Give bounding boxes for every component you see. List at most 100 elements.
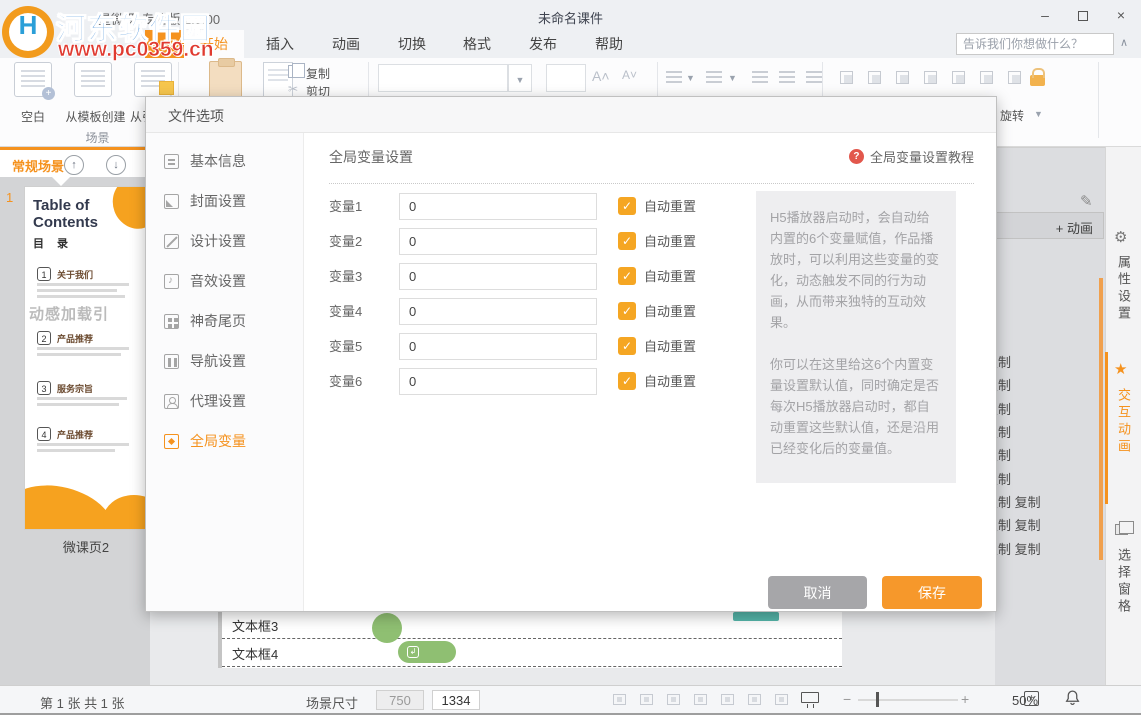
align-object-top-icon[interactable] xyxy=(922,69,939,86)
template-scene-icon[interactable] xyxy=(74,62,112,97)
tab-help[interactable]: 帮助 xyxy=(579,30,639,58)
align-center-icon[interactable] xyxy=(779,71,795,83)
sidebar-item-magic-endpage[interactable]: 神奇尾页 xyxy=(146,301,303,341)
scene-height-input[interactable] xyxy=(432,690,480,710)
preview-icon[interactable] xyxy=(801,692,819,703)
align-bottom-status-icon[interactable] xyxy=(747,693,762,706)
tab-home[interactable]: 开始 xyxy=(184,30,244,58)
font-family-select[interactable] xyxy=(378,64,508,92)
copy-label[interactable]: 复制 xyxy=(306,65,330,82)
align-right-icon[interactable] xyxy=(806,71,822,83)
sidebar-item-navigation[interactable]: 导航设置 xyxy=(146,341,303,381)
zoom-slider-thumb[interactable] xyxy=(876,692,879,707)
variable-input[interactable] xyxy=(399,333,597,360)
animation-bar-teal[interactable] xyxy=(733,612,779,621)
tab-interactive-animation[interactable]: 交互动画 xyxy=(1114,388,1133,456)
variable-input[interactable] xyxy=(399,263,597,290)
blank-scene-label[interactable]: 空白 xyxy=(13,108,53,125)
variable-input[interactable] xyxy=(399,368,597,395)
sidebar-item-design[interactable]: 设计设置 xyxy=(146,221,303,261)
auto-reset-checkbox[interactable] xyxy=(618,267,636,285)
animation-marker-circle[interactable] xyxy=(372,613,402,643)
align-object-middle-icon[interactable] xyxy=(950,69,967,86)
font-size-select[interactable] xyxy=(546,64,586,92)
sidebar-item-agent[interactable]: 代理设置 xyxy=(146,381,303,421)
bullet-list-icon[interactable] xyxy=(666,71,682,83)
variable-input[interactable] xyxy=(399,298,597,325)
search-input[interactable] xyxy=(956,33,1114,55)
auto-reset-checkbox[interactable] xyxy=(618,372,636,390)
timeline-row-label[interactable]: 文本框3 xyxy=(232,616,278,635)
auto-reset-checkbox[interactable] xyxy=(618,302,636,320)
variable-input[interactable] xyxy=(399,228,597,255)
slide-number: 1 xyxy=(6,190,13,205)
auto-reset-label: 自动重置 xyxy=(644,263,696,290)
tab-animation[interactable]: 动画 xyxy=(316,30,376,58)
align-center-status-icon[interactable] xyxy=(639,693,654,706)
tab-properties[interactable]: 属性设置 xyxy=(1114,255,1133,323)
sidebar-item-cover[interactable]: 封面设置 xyxy=(146,181,303,221)
cut-icon[interactable]: ✂ xyxy=(288,82,298,96)
scene-panel-tab[interactable]: 常规场景 xyxy=(12,156,64,175)
tab-selection-pane[interactable]: 选择窗格 xyxy=(1114,548,1133,616)
align-left-status-icon[interactable] xyxy=(612,693,627,706)
blank-scene-icon[interactable] xyxy=(14,62,52,97)
fit-to-window-icon[interactable]: + xyxy=(1024,691,1039,706)
move-up-icon[interactable]: ↑ xyxy=(64,155,84,175)
animation-marker-pill[interactable]: ↲ xyxy=(398,641,456,663)
timeline-row-label[interactable]: 文本框4 xyxy=(232,644,278,663)
line-spacing-dropdown-icon[interactable]: ▼ xyxy=(728,73,737,83)
zoom-slider[interactable] xyxy=(858,699,958,701)
tab-format[interactable]: 格式 xyxy=(447,30,507,58)
bell-icon[interactable] xyxy=(1064,689,1081,711)
minimize-button[interactable]: – xyxy=(1030,0,1060,30)
sidebar-item-basic-info[interactable]: 基本信息 xyxy=(146,141,303,181)
align-left-icon[interactable] xyxy=(752,71,768,83)
zoom-out-icon[interactable]: − xyxy=(843,691,851,707)
paste-icon[interactable] xyxy=(209,61,242,99)
zoom-in-icon[interactable]: + xyxy=(961,691,969,707)
align-object-left-icon[interactable] xyxy=(838,69,855,86)
bullet-list-dropdown-icon[interactable]: ▼ xyxy=(686,73,695,83)
tab-insert[interactable]: 插入 xyxy=(250,30,310,58)
close-button[interactable]: × xyxy=(1106,0,1136,30)
thumb-item-label: 服务宗旨 xyxy=(57,382,93,395)
distribute-horizontal-icon[interactable] xyxy=(1006,69,1023,86)
save-button[interactable]: 保存 xyxy=(882,576,982,609)
align-object-bottom-icon[interactable] xyxy=(978,69,995,86)
rotate-button[interactable]: 旋转 xyxy=(1000,107,1024,124)
import-scene-icon[interactable] xyxy=(134,62,172,97)
panel-scrollbar[interactable] xyxy=(1099,278,1103,560)
copy-icon[interactable] xyxy=(288,65,299,78)
variable-input[interactable] xyxy=(399,193,597,220)
lock-icon[interactable] xyxy=(1030,75,1045,86)
tab-transition[interactable]: 切换 xyxy=(382,30,442,58)
align-middle-status-icon[interactable] xyxy=(720,693,735,706)
rotate-dropdown-icon[interactable]: ▼ xyxy=(1034,109,1043,119)
sidebar-item-sound[interactable]: 音效设置 xyxy=(146,261,303,301)
auto-reset-checkbox[interactable] xyxy=(618,232,636,250)
tab-publish[interactable]: 发布 xyxy=(513,30,573,58)
auto-reset-checkbox[interactable] xyxy=(618,197,636,215)
increase-font-icon[interactable]: A˄ xyxy=(592,68,610,84)
tutorial-link[interactable]: ? 全局变量设置教程 xyxy=(849,147,974,166)
edit-pencil-icon[interactable]: ✎ xyxy=(1080,192,1093,210)
align-object-center-icon[interactable] xyxy=(866,69,883,86)
auto-reset-checkbox[interactable] xyxy=(618,337,636,355)
line-spacing-icon[interactable] xyxy=(706,71,722,83)
align-top-status-icon[interactable] xyxy=(693,693,708,706)
collapse-ribbon-icon[interactable]: ∧ xyxy=(1120,36,1128,49)
align-right-status-icon[interactable] xyxy=(666,693,681,706)
maximize-button[interactable] xyxy=(1068,0,1098,30)
font-family-dropdown-icon[interactable]: ▼ xyxy=(508,64,532,92)
distribute-status-icon[interactable] xyxy=(774,693,789,706)
align-object-right-icon[interactable] xyxy=(894,69,911,86)
scene-width-input[interactable] xyxy=(376,690,424,710)
template-scene-label[interactable]: 从模板创建 xyxy=(58,108,133,125)
add-animation-button[interactable]: + 动画 xyxy=(996,212,1104,239)
slide-thumbnail[interactable]: Table of Contents 目 录 动感加载引 1 关于我们 2 产品推… xyxy=(24,186,148,530)
move-down-icon[interactable]: ↓ xyxy=(106,155,126,175)
cancel-button[interactable]: 取消 xyxy=(768,576,867,609)
decrease-font-icon[interactable]: A˅ xyxy=(622,68,637,82)
sidebar-item-global-variables[interactable]: 全局变量 xyxy=(146,421,303,461)
